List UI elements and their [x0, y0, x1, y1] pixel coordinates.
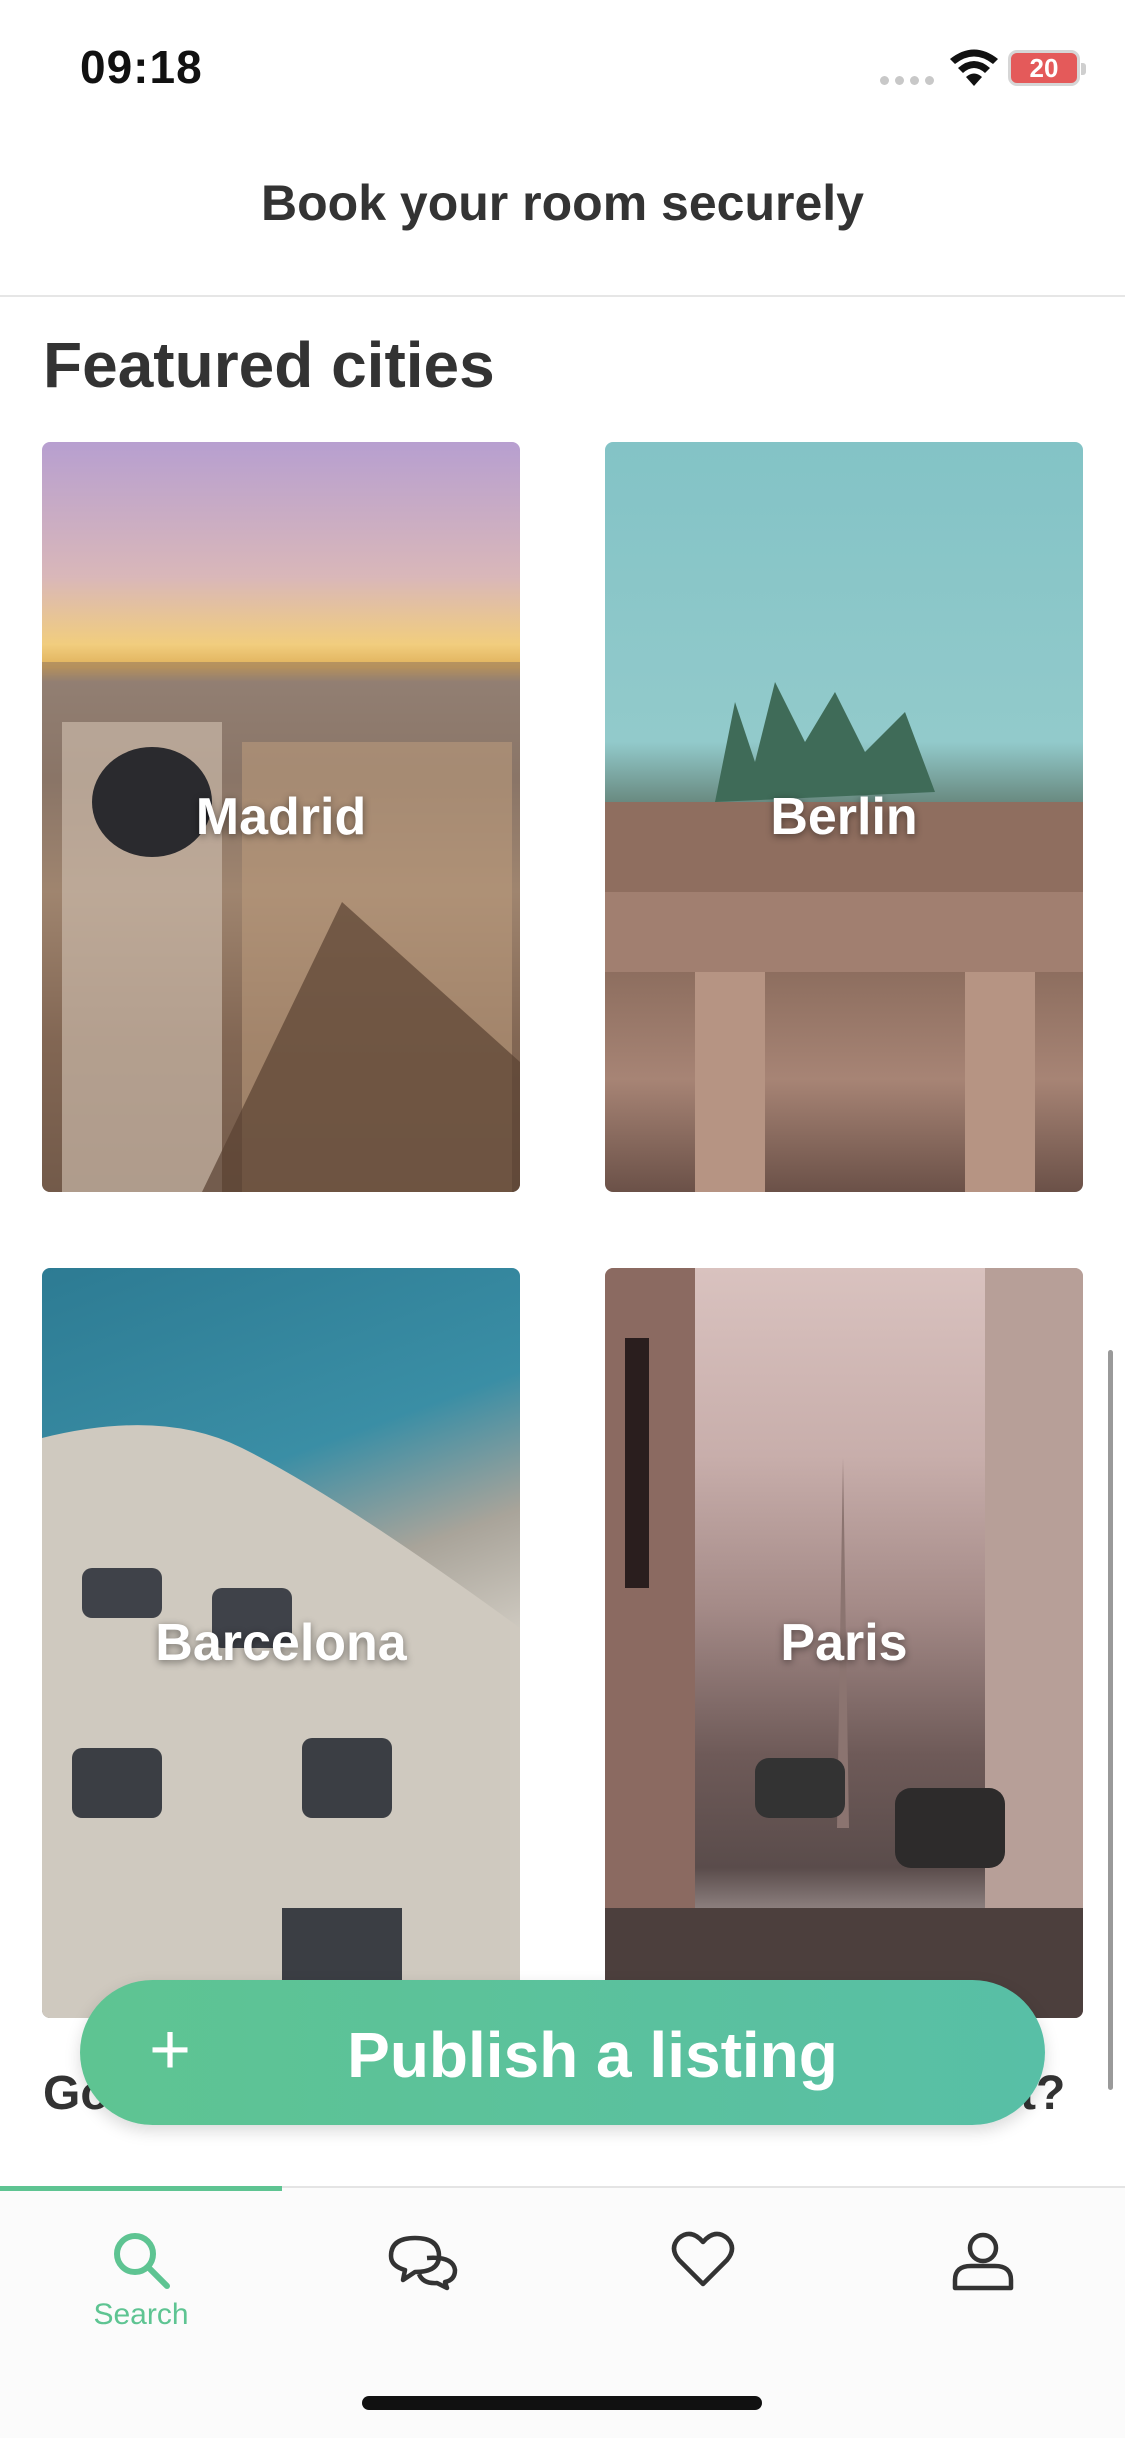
city-card-madrid[interactable]: Madrid [42, 442, 520, 1192]
publish-listing-label: Publish a listing [347, 2019, 838, 2091]
chat-bubbles-icon [388, 2235, 458, 2291]
scrollbar[interactable] [1108, 1350, 1113, 2090]
status-time: 09:18 [80, 41, 203, 93]
search-icon [114, 2233, 170, 2289]
city-card-berlin[interactable]: Berlin [605, 442, 1083, 1192]
city-name: Paris [780, 1614, 908, 1672]
tab-profile[interactable] [842, 2228, 1124, 2348]
tab-favorites[interactable] [562, 2228, 844, 2348]
profile-icon [952, 2232, 1014, 2291]
battery-icon: 20 [1008, 50, 1086, 86]
home-indicator [362, 2396, 762, 2410]
header: Book your room securely [0, 140, 1125, 297]
heart-icon [671, 2231, 735, 2287]
section-title: Featured cities [43, 329, 495, 401]
city-name: Barcelona [155, 1614, 407, 1672]
city-card-paris[interactable]: Paris [605, 1268, 1083, 2018]
wifi-icon [950, 49, 998, 86]
publish-listing-button[interactable]: + Publish a listing [80, 1980, 1045, 2125]
tab-search[interactable]: Search [0, 2228, 282, 2348]
tab-messages[interactable] [282, 2228, 564, 2348]
cellular-signal-icon [880, 76, 934, 85]
city-card-barcelona[interactable]: Barcelona [42, 1268, 520, 2018]
city-name: Madrid [195, 788, 367, 846]
active-tab-indicator [0, 2186, 282, 2191]
status-bar: 09:18 20 [0, 0, 1125, 130]
city-name: Berlin [770, 788, 918, 846]
page-title: Book your room securely [261, 175, 864, 231]
tab-label: Search [93, 2298, 189, 2331]
